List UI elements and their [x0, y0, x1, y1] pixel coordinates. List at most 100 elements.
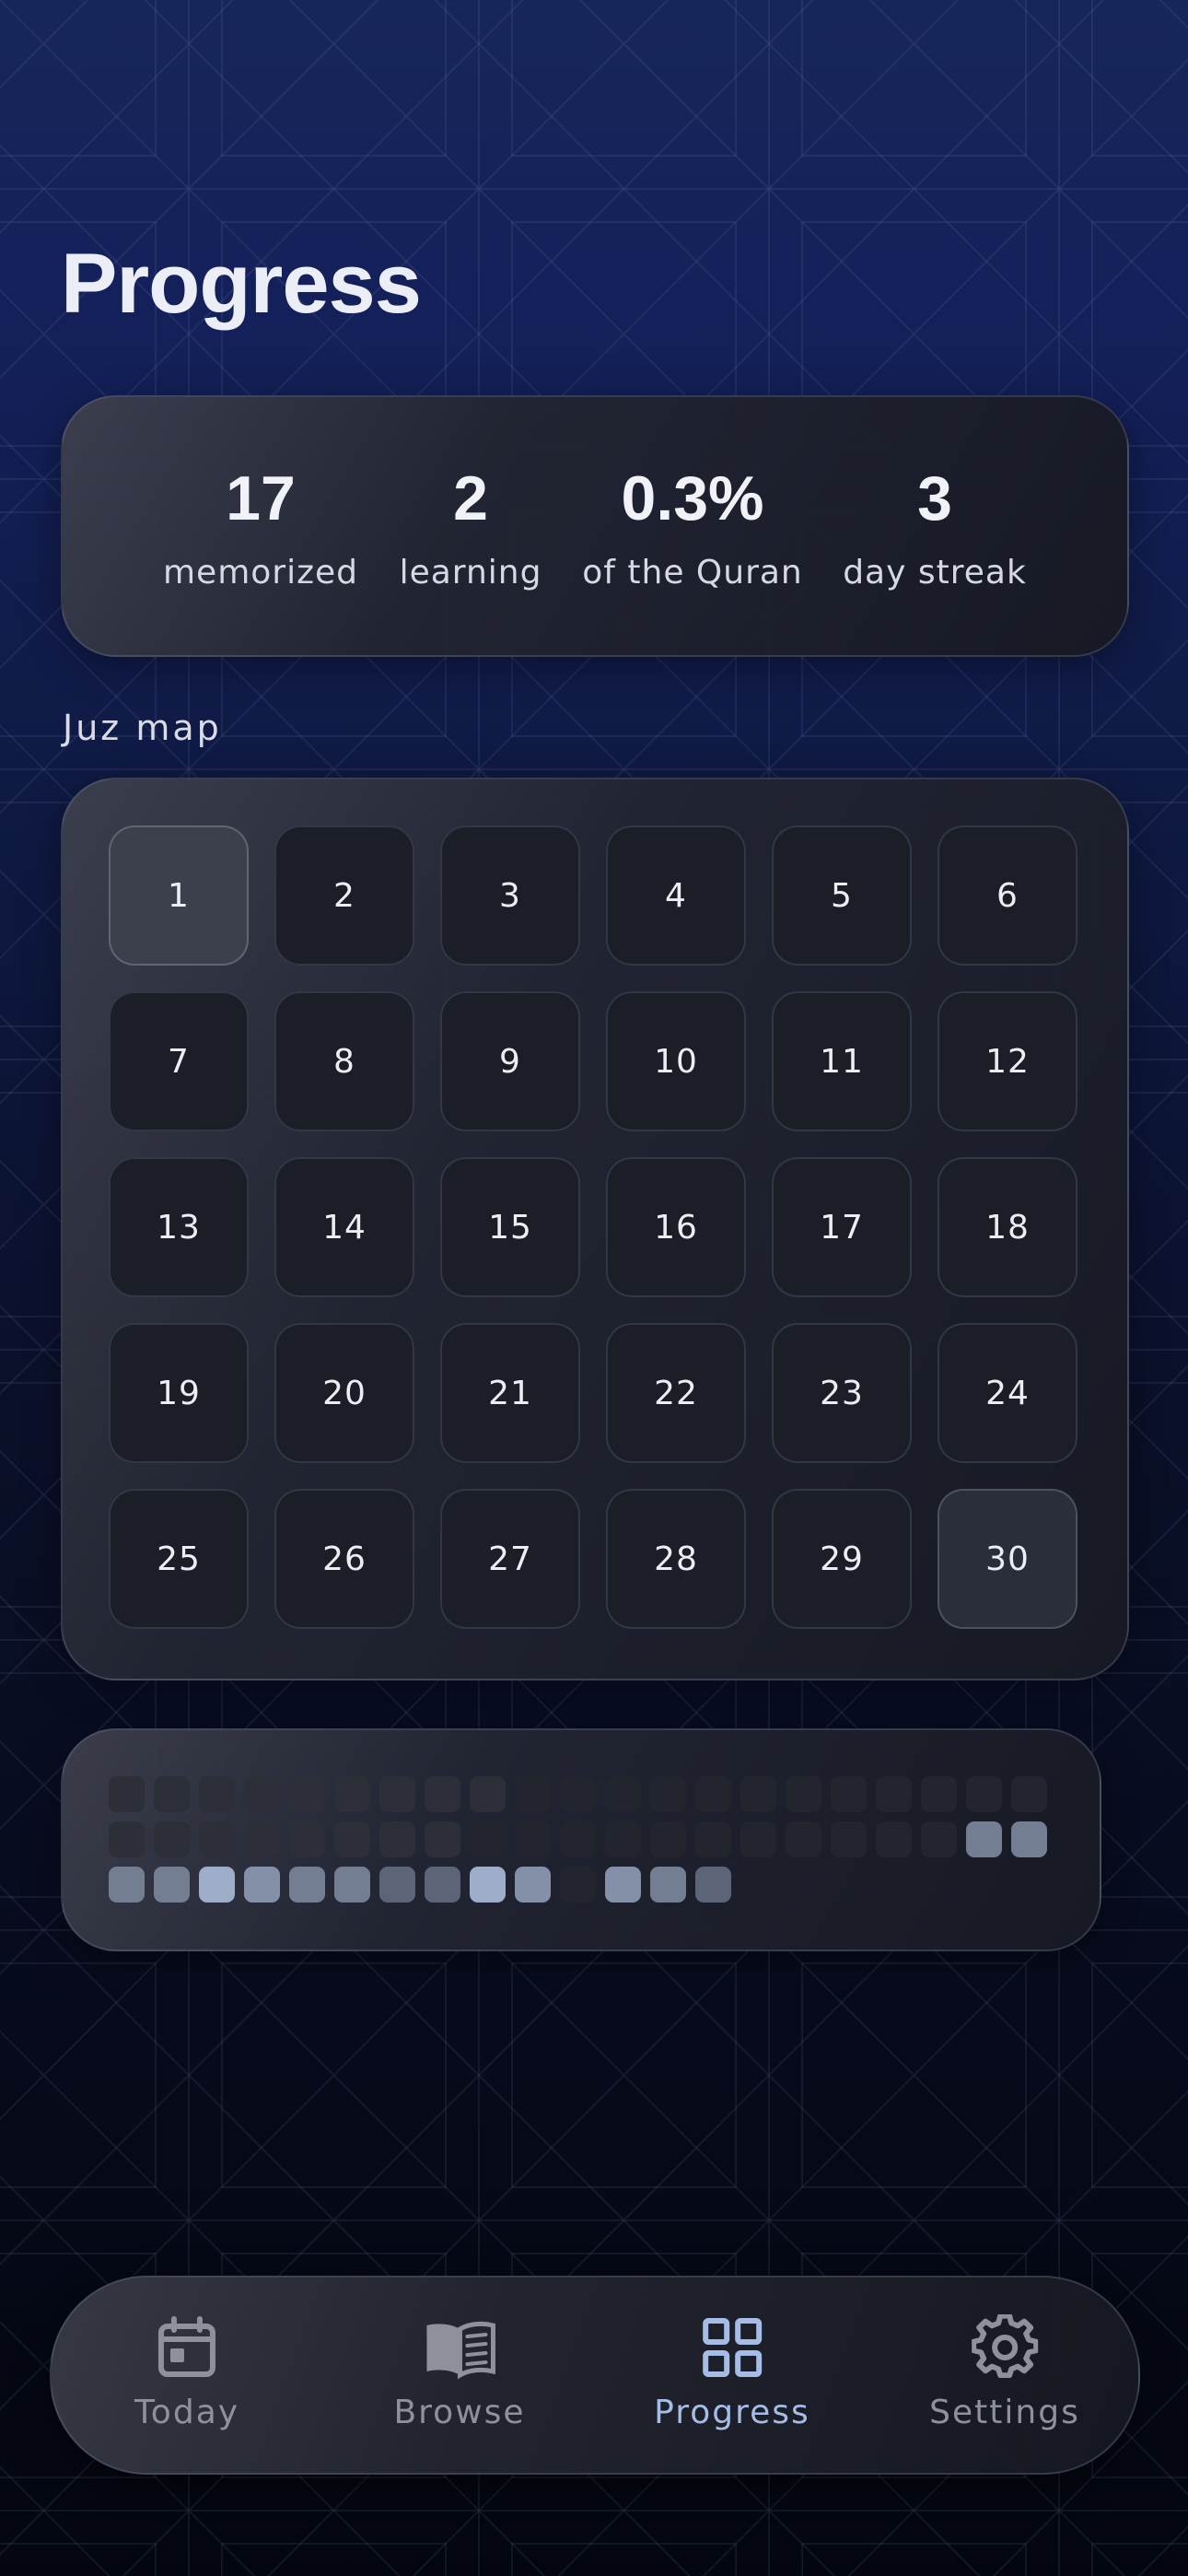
- heatmap-cell: [921, 1821, 957, 1857]
- tab-browse[interactable]: Browse: [393, 2314, 525, 2431]
- heatmap-cell: [560, 1821, 596, 1857]
- juz-tile[interactable]: 10: [606, 991, 746, 1131]
- juz-tile[interactable]: 18: [938, 1157, 1077, 1297]
- juz-tile[interactable]: 6: [938, 825, 1077, 966]
- stat-learning: 2 learning: [400, 467, 542, 591]
- heatmap-cell: [650, 1867, 686, 1903]
- heatmap-cell: [425, 1821, 460, 1857]
- heatmap-cell: [289, 1867, 325, 1903]
- heatmap-cell: [740, 1776, 776, 1812]
- heatmap-cell: [199, 1776, 235, 1812]
- juz-tile[interactable]: 23: [772, 1323, 912, 1463]
- heatmap-cell: [560, 1776, 596, 1812]
- stat-memorized-value: 17: [226, 463, 296, 533]
- heatmap-cell: [966, 1776, 1002, 1812]
- tab-settings[interactable]: Settings: [929, 2314, 1080, 2431]
- heatmap-cell: [740, 1821, 776, 1857]
- heatmap-cell: [470, 1867, 506, 1903]
- juz-tile[interactable]: 17: [772, 1157, 912, 1297]
- heatmap-cell: [966, 1821, 1002, 1857]
- juz-tile[interactable]: 27: [440, 1489, 580, 1629]
- juz-tile[interactable]: 28: [606, 1489, 746, 1629]
- heatmap-cell: [560, 1867, 596, 1903]
- heatmap-cell: [334, 1867, 370, 1903]
- tab-today-label: Today: [134, 2394, 240, 2431]
- grid-icon: [702, 2318, 762, 2377]
- tab-today[interactable]: Today: [134, 2314, 239, 2431]
- heatmap-cell: [109, 1821, 145, 1857]
- juz-tile[interactable]: 3: [440, 825, 580, 966]
- heatmap-cell: [786, 1776, 821, 1812]
- heatmap-cell: [831, 1821, 867, 1857]
- juz-tile[interactable]: 21: [440, 1323, 580, 1463]
- tab-progress[interactable]: Progress: [654, 2314, 810, 2431]
- heatmap-cell: [515, 1776, 551, 1812]
- juz-tile[interactable]: 22: [606, 1323, 746, 1463]
- stat-day-streak: 3 day streak: [843, 467, 1027, 591]
- heatmap-cell: [470, 1776, 506, 1812]
- juz-tile[interactable]: 24: [938, 1323, 1077, 1463]
- activity-heatmap-card: [61, 1728, 1101, 1951]
- page-title: Progress: [61, 237, 422, 331]
- stat-day-streak-label: day streak: [843, 554, 1027, 591]
- juz-tile[interactable]: 8: [274, 991, 414, 1131]
- heatmap-cell: [379, 1776, 415, 1812]
- heatmap-cell: [154, 1776, 190, 1812]
- heatmap-cell: [921, 1867, 957, 1903]
- heatmap-cell: [289, 1776, 325, 1812]
- juz-tile[interactable]: 25: [109, 1489, 249, 1629]
- heatmap-cell: [650, 1821, 686, 1857]
- juz-tile[interactable]: 14: [274, 1157, 414, 1297]
- tab-settings-label: Settings: [929, 2394, 1080, 2431]
- heatmap-cell: [289, 1821, 325, 1857]
- heatmap-cell: [379, 1821, 415, 1857]
- juz-tile[interactable]: 26: [274, 1489, 414, 1629]
- heatmap-cell: [244, 1776, 280, 1812]
- heatmap-cell: [876, 1821, 912, 1857]
- juz-tile[interactable]: 29: [772, 1489, 912, 1629]
- stat-learning-value: 2: [453, 463, 488, 533]
- heatmap-cell: [334, 1776, 370, 1812]
- heatmap-cell: [650, 1776, 686, 1812]
- heatmap-cell: [199, 1821, 235, 1857]
- juz-tile[interactable]: 16: [606, 1157, 746, 1297]
- juz-tile[interactable]: 9: [440, 991, 580, 1131]
- heatmap-cell: [199, 1867, 235, 1903]
- stats-summary-card: 17 memorized 2 learning 0.3% of the Qura…: [61, 395, 1129, 657]
- juz-tile[interactable]: 20: [274, 1323, 414, 1463]
- juz-tile[interactable]: 15: [440, 1157, 580, 1297]
- stat-quran-percent-value: 0.3%: [621, 463, 764, 533]
- juz-tile[interactable]: 19: [109, 1323, 249, 1463]
- heatmap-cell: [831, 1867, 867, 1903]
- heatmap-cell: [740, 1867, 776, 1903]
- heatmap-cell: [1011, 1776, 1047, 1812]
- calendar-icon: [158, 2316, 215, 2377]
- juz-map-heading: Juz map: [63, 708, 222, 748]
- heatmap-cell: [605, 1867, 641, 1903]
- juz-tile[interactable]: 1: [109, 825, 249, 966]
- heatmap-cell: [1011, 1867, 1047, 1903]
- juz-tile[interactable]: 2: [274, 825, 414, 966]
- heatmap-cell: [786, 1821, 821, 1857]
- bottom-tab-bar: Today Browse Progress Settings: [50, 2276, 1140, 2475]
- juz-tile[interactable]: 5: [772, 825, 912, 966]
- heatmap-cell: [1011, 1821, 1047, 1857]
- heatmap-cell: [154, 1867, 190, 1903]
- juz-tile[interactable]: 30: [938, 1489, 1077, 1629]
- juz-tile[interactable]: 4: [606, 825, 746, 966]
- tab-progress-label: Progress: [654, 2394, 810, 2431]
- stat-memorized: 17 memorized: [163, 467, 358, 591]
- heatmap-cell: [786, 1867, 821, 1903]
- heatmap-cell: [515, 1821, 551, 1857]
- juz-map-grid: 1 2 3 4 5 6 7 8 9 10 11 12 13 14 15 16 17 18 19 20 21 22 23 24 2…: [109, 825, 1077, 1629]
- juz-tile[interactable]: 12: [938, 991, 1077, 1131]
- heatmap-cell: [876, 1776, 912, 1812]
- juz-tile[interactable]: 7: [109, 991, 249, 1131]
- gear-icon: [972, 2314, 1038, 2379]
- heatmap-cell: [876, 1867, 912, 1903]
- stat-quran-percent-label: of the Quran: [582, 554, 803, 591]
- juz-tile[interactable]: 11: [772, 991, 912, 1131]
- book-icon: [426, 2321, 495, 2380]
- heatmap-cell: [244, 1867, 280, 1903]
- juz-tile[interactable]: 13: [109, 1157, 249, 1297]
